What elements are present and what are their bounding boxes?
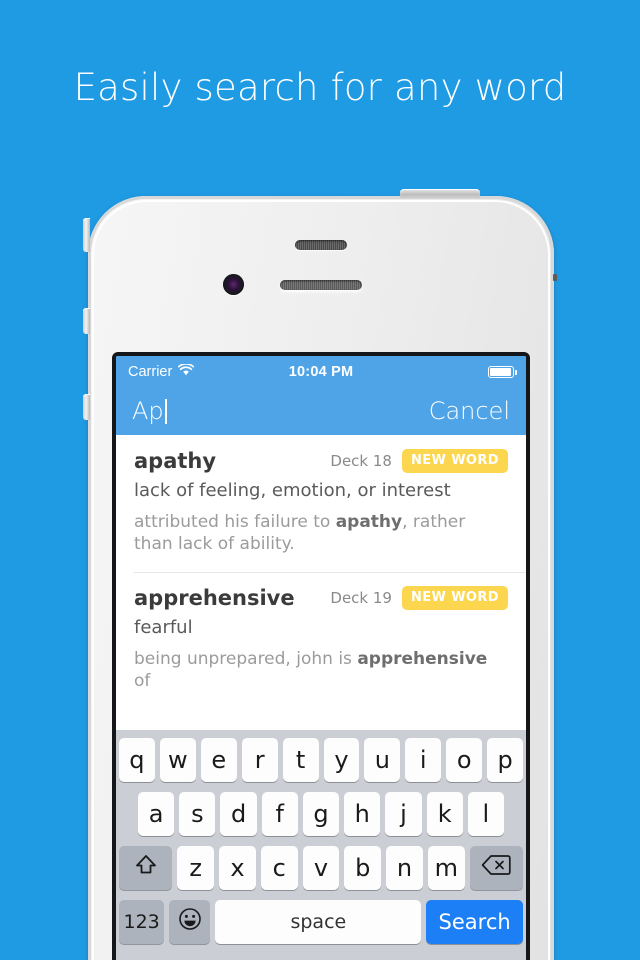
key-p[interactable]: p	[487, 738, 524, 782]
key-d[interactable]: d	[220, 792, 257, 836]
result-header: apathy Deck 18 NEW WORD	[134, 449, 508, 473]
key-a[interactable]: a	[138, 792, 175, 836]
key-f[interactable]: f	[261, 792, 298, 836]
cancel-button[interactable]: Cancel	[429, 397, 510, 425]
emoji-key[interactable]	[169, 900, 211, 944]
key-c[interactable]: c	[260, 846, 298, 890]
backspace-key[interactable]	[469, 846, 523, 890]
status-badge: NEW WORD	[401, 585, 508, 610]
key-k[interactable]: k	[426, 792, 463, 836]
volume-down-button[interactable]	[83, 394, 90, 420]
text-caret	[164, 398, 167, 424]
key-b[interactable]: b	[344, 846, 382, 890]
search-key[interactable]: Search	[426, 900, 523, 944]
on-screen-keyboard: q w e r t y u i o p a s d f g h j k l z …	[116, 730, 526, 960]
key-t[interactable]: t	[282, 738, 319, 782]
keyboard-row-3: z x c v b n m	[116, 846, 526, 890]
key-j[interactable]: j	[385, 792, 422, 836]
key-r[interactable]: r	[241, 738, 278, 782]
page-title: Easily search for any word	[73, 66, 567, 109]
battery-icon	[488, 365, 517, 378]
key-o[interactable]: o	[446, 738, 483, 782]
word-definition: lack of feeling, emotion, or interest	[134, 480, 451, 501]
key-l[interactable]: l	[467, 792, 504, 836]
keyboard-row-4: 123 space Search	[116, 900, 526, 944]
key-g[interactable]: g	[302, 792, 340, 836]
backspace-icon	[481, 854, 511, 882]
word-definition: fearful	[134, 616, 193, 638]
key-s[interactable]: s	[179, 792, 216, 836]
deck-label: Deck 19	[330, 588, 392, 607]
key-m[interactable]: m	[427, 846, 465, 890]
battery-fill	[490, 367, 511, 376]
key-q[interactable]: q	[118, 738, 155, 782]
search-input-value: Ap	[132, 397, 164, 425]
deck-label: Deck 18	[330, 452, 392, 470]
list-item[interactable]: apprehensive Deck 19 NEW WORD fearful be…	[116, 571, 526, 709]
key-v[interactable]: v	[302, 846, 340, 890]
word-title: apathy	[134, 449, 217, 473]
phone-mockup: Carrier 10:04 PM Ap Cancel apathy Deck 1…	[83, 189, 557, 960]
word-example: being unprepared, john is apprehensive o…	[134, 648, 488, 692]
emoji-smiley-icon	[178, 907, 202, 937]
key-z[interactable]: z	[177, 846, 215, 890]
status-bar-clock: 10:04 PM	[288, 363, 354, 380]
phone-screen: Carrier 10:04 PM Ap Cancel apathy Deck 1…	[112, 352, 530, 960]
shift-icon	[133, 853, 159, 883]
search-input[interactable]: Ap	[132, 397, 167, 425]
microphone-slot-icon	[280, 280, 362, 290]
front-camera-icon	[223, 274, 244, 295]
status-badge: NEW WORD	[401, 449, 508, 473]
list-item[interactable]: apathy Deck 18 NEW WORD lack of feeling,…	[116, 435, 526, 572]
result-header: apprehensive Deck 19 NEW WORD	[134, 585, 508, 610]
mute-switch[interactable]	[83, 218, 90, 252]
numbers-key[interactable]: 123	[119, 900, 165, 944]
shift-key[interactable]	[119, 846, 173, 890]
key-x[interactable]: x	[219, 846, 256, 890]
keyboard-row-1: q w e r t y u i o p	[116, 738, 526, 782]
key-u[interactable]: u	[364, 738, 401, 782]
status-bar: Carrier 10:04 PM	[116, 356, 526, 387]
word-title: apprehensive	[134, 585, 295, 610]
power-button[interactable]	[400, 189, 480, 199]
key-h[interactable]: h	[344, 792, 381, 836]
key-y[interactable]: y	[323, 738, 360, 782]
volume-up-button[interactable]	[83, 308, 90, 334]
earpiece-speaker-icon	[295, 240, 347, 250]
space-key[interactable]: space	[215, 900, 422, 944]
key-n[interactable]: n	[386, 846, 423, 890]
search-results-list: apathy Deck 18 NEW WORD lack of feeling,…	[116, 435, 526, 709]
search-bar: Ap Cancel	[116, 387, 526, 435]
key-e[interactable]: e	[200, 738, 237, 782]
keyboard-row-2: a s d f g h j k l	[116, 792, 526, 836]
status-bar-right	[488, 365, 517, 378]
key-i[interactable]: i	[405, 738, 442, 782]
key-w[interactable]: w	[159, 738, 196, 782]
word-example: attributed his failure to apathy, rather…	[134, 512, 466, 555]
antenna-band	[553, 274, 557, 281]
